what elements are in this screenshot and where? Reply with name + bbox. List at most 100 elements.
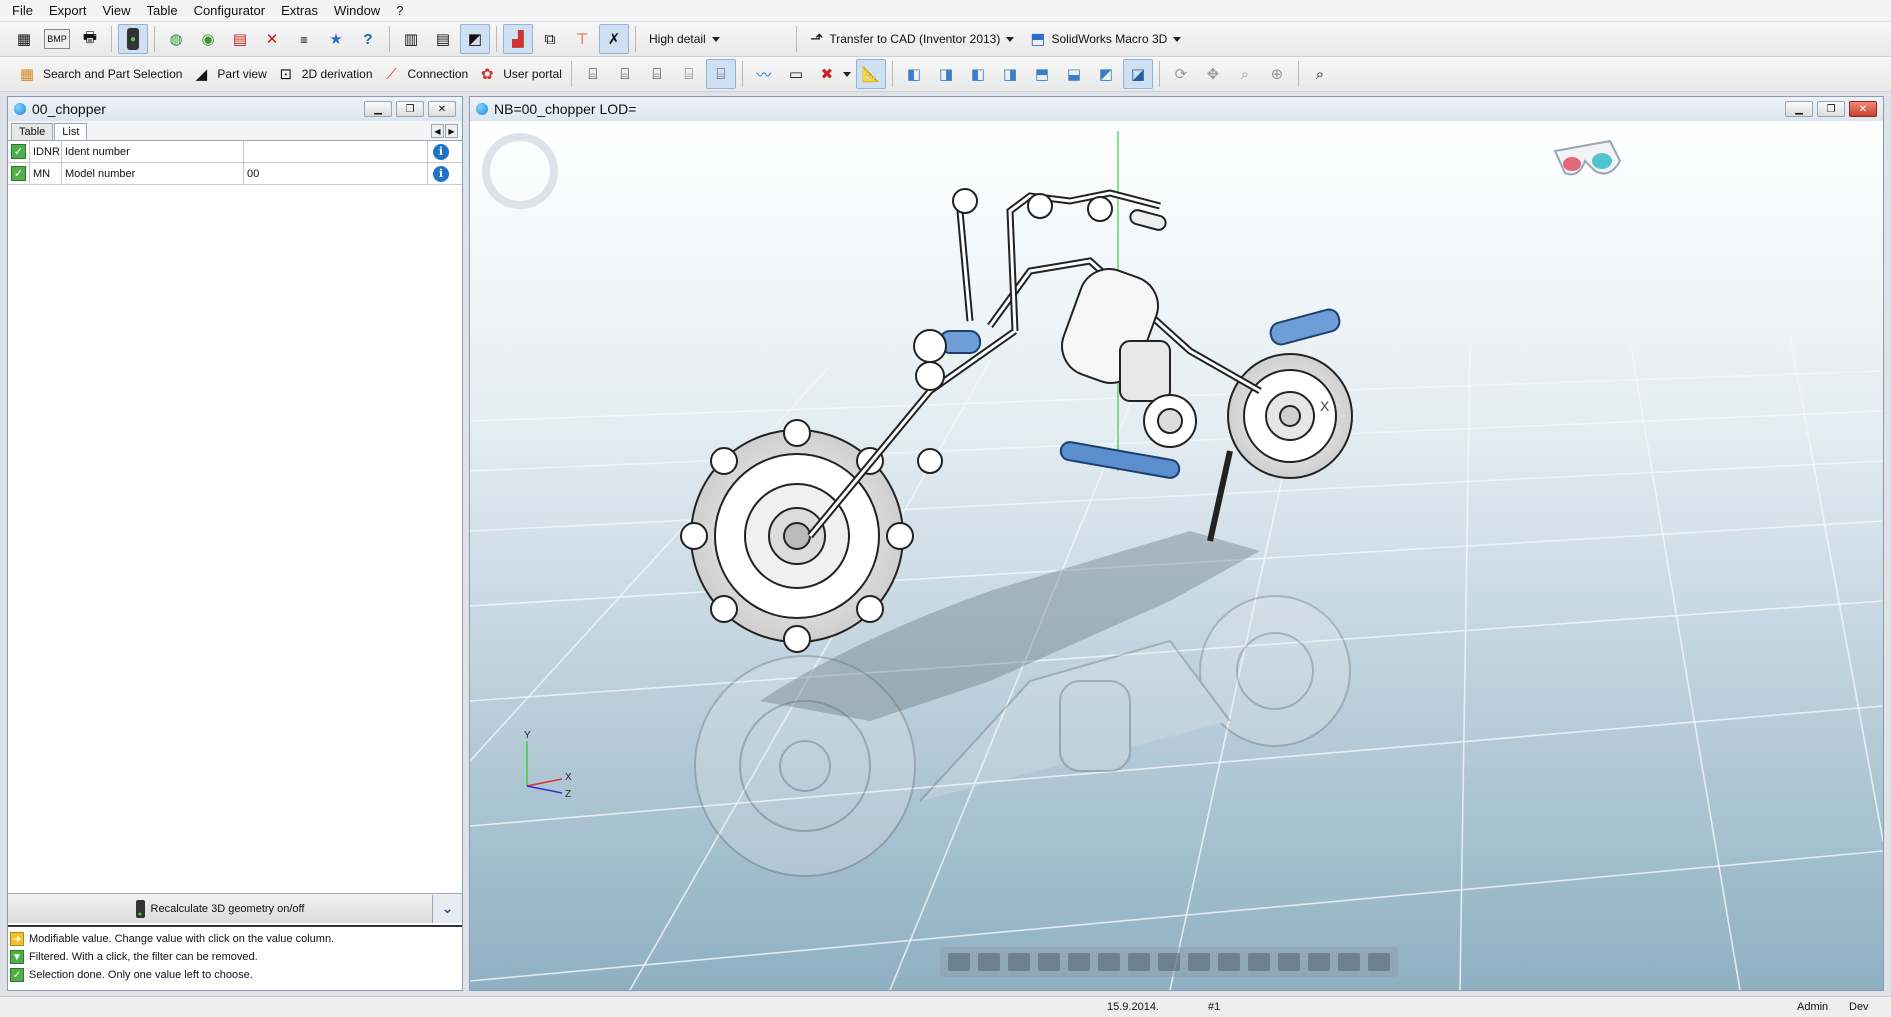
cube-back-icon: ◨ <box>938 66 953 83</box>
separator <box>796 26 797 52</box>
help-button[interactable]: ? <box>353 24 383 54</box>
menu-file[interactable]: File <box>4 0 41 22</box>
cylinder-view-3-button[interactable]: ⌸ <box>642 59 672 89</box>
mini-tool-button[interactable] <box>1038 953 1060 971</box>
globe-button[interactable]: ◍ <box>161 24 191 54</box>
menu-configurator[interactable]: Configurator <box>186 0 274 22</box>
row-info[interactable]: i <box>428 163 454 184</box>
mini-tool-button[interactable] <box>1248 953 1270 971</box>
mini-tool-button[interactable] <box>1308 953 1330 971</box>
rows-button[interactable]: ▤ <box>428 24 458 54</box>
user-portal-button[interactable]: ✿ User portal <box>473 59 565 89</box>
zoom-window-button[interactable]: ⊕ <box>1262 59 1292 89</box>
3d-viewport[interactable]: X Y X Z <box>470 121 1883 990</box>
row-info[interactable]: i <box>428 141 454 162</box>
row-status: ✓ <box>8 141 30 162</box>
transfer-cad-dropdown[interactable]: ⬏ Transfer to CAD (Inventor 2013) <box>802 24 1022 54</box>
cylinder-view-1-button[interactable]: ⌸ <box>578 59 608 89</box>
mini-tool-button[interactable] <box>1278 953 1300 971</box>
row-value[interactable]: 00 <box>244 163 428 184</box>
view-back-button[interactable]: ◨ <box>931 59 961 89</box>
menu-window[interactable]: Window <box>326 0 388 22</box>
minimize-button[interactable]: ▁ <box>1785 101 1813 117</box>
view-top-button[interactable]: ⬒ <box>1027 59 1057 89</box>
row-value[interactable] <box>244 141 428 162</box>
mini-tool-button[interactable] <box>1098 953 1120 971</box>
table-view-button[interactable]: ▦ <box>9 24 39 54</box>
hierarchy-button[interactable]: ⊤ <box>567 24 597 54</box>
tools-button[interactable]: ✗ <box>599 24 629 54</box>
mini-tool-button[interactable] <box>948 953 970 971</box>
part-view-button[interactable]: ◢ Part view <box>187 59 269 89</box>
din-button[interactable]: ▥ <box>289 24 319 54</box>
favorite-button[interactable]: ★ <box>321 24 351 54</box>
cube-left-icon: ◧ <box>970 66 985 83</box>
columns-button[interactable]: ▥ <box>396 24 426 54</box>
pdf-delete-button[interactable]: ✕ <box>257 24 287 54</box>
tab-table[interactable]: Table <box>11 123 54 140</box>
recalc-button[interactable]: ● Recalculate 3D geometry on/off <box>8 895 432 923</box>
cylinder-view-4-button[interactable]: ⌸ <box>674 59 704 89</box>
search-part-button[interactable]: ▦ Search and Part Selection <box>13 59 185 89</box>
export-bmp-button[interactable]: BMP <box>41 24 73 54</box>
mini-tool-button[interactable] <box>1368 953 1390 971</box>
mini-tool-button[interactable] <box>978 953 1000 971</box>
expand-button[interactable]: ⌄ <box>432 894 462 923</box>
layout-icon: ◩ <box>467 31 483 48</box>
cylinder-view-2-button[interactable]: ⌸ <box>610 59 640 89</box>
network-button[interactable]: ⧉ <box>535 24 565 54</box>
separator <box>1158 61 1160 87</box>
curve-button[interactable]: 〰 <box>749 59 779 89</box>
zoom-fit-button[interactable]: ⌕ <box>1305 59 1335 89</box>
detail-dropdown[interactable]: High detail <box>641 24 791 54</box>
cylinder-view-5-button[interactable]: ⌸ <box>705 59 736 89</box>
mini-tool-button[interactable] <box>1128 953 1150 971</box>
layout-button[interactable]: ◩ <box>460 24 490 54</box>
menu-help[interactable]: ? <box>388 0 411 22</box>
close-button[interactable]: ✕ <box>428 101 456 117</box>
zoom-button[interactable]: ⌕ <box>1230 59 1260 89</box>
connection-button[interactable]: ⟋ Connection <box>378 59 472 89</box>
globe-refresh-button[interactable]: ◉ <box>193 24 223 54</box>
table-row[interactable]: ✓ MN Model number 00 i <box>8 163 462 185</box>
restore-button[interactable]: ❐ <box>396 101 424 117</box>
3d-scene[interactable]: X Y X Z <box>470 121 1883 990</box>
menu-export[interactable]: Export <box>41 0 95 22</box>
mini-tool-button[interactable] <box>1338 953 1360 971</box>
measure-button[interactable]: 📐 <box>855 59 886 89</box>
view-bottom-button[interactable]: ⬓ <box>1059 59 1089 89</box>
pan-button[interactable]: ✥ <box>1198 59 1228 89</box>
tab-list[interactable]: List <box>54 123 88 140</box>
macro-dropdown[interactable]: ⬒ SolidWorks Macro 3D <box>1022 24 1189 54</box>
table-row[interactable]: ✓ IDNR Ident number i <box>8 141 462 163</box>
tab-scroll-right-icon[interactable]: ▶ <box>445 124 458 138</box>
mini-tool-button[interactable] <box>1068 953 1090 971</box>
mini-tool-button[interactable] <box>1218 953 1240 971</box>
restore-button[interactable]: ❐ <box>1817 101 1845 117</box>
view-iso-button[interactable]: ◩ <box>1091 59 1121 89</box>
rotate-icon: ⟳ <box>1174 66 1188 83</box>
view-front-button[interactable]: ◧ <box>899 59 929 89</box>
menu-table[interactable]: Table <box>138 0 185 22</box>
delete-button[interactable]: ✖ <box>813 59 854 89</box>
chevron-down-icon <box>1173 36 1182 42</box>
print-button[interactable]: 🖶 <box>75 24 105 54</box>
view-iso2-button[interactable]: ◪ <box>1122 59 1153 89</box>
tab-scroll-left-icon[interactable]: ◀ <box>431 124 444 138</box>
traffic-light-button[interactable]: ● <box>118 24 148 54</box>
chart-button[interactable]: ▟ <box>503 24 533 54</box>
mini-tool-button[interactable] <box>1188 953 1210 971</box>
question-icon: ? <box>363 30 373 48</box>
pdf-button[interactable]: ▤ <box>225 24 255 54</box>
close-button[interactable]: ✕ <box>1849 101 1877 117</box>
view-right-button[interactable]: ◨ <box>995 59 1025 89</box>
minimize-button[interactable]: ▁ <box>364 101 392 117</box>
display-button[interactable]: ▭ <box>781 59 811 89</box>
derivation-button[interactable]: ⊡ 2D derivation <box>272 59 376 89</box>
menu-extras[interactable]: Extras <box>273 0 326 22</box>
rotate-button[interactable]: ⟳ <box>1166 59 1196 89</box>
mini-tool-button[interactable] <box>1158 953 1180 971</box>
mini-tool-button[interactable] <box>1008 953 1030 971</box>
view-left-button[interactable]: ◧ <box>963 59 993 89</box>
menu-view[interactable]: View <box>95 0 139 22</box>
